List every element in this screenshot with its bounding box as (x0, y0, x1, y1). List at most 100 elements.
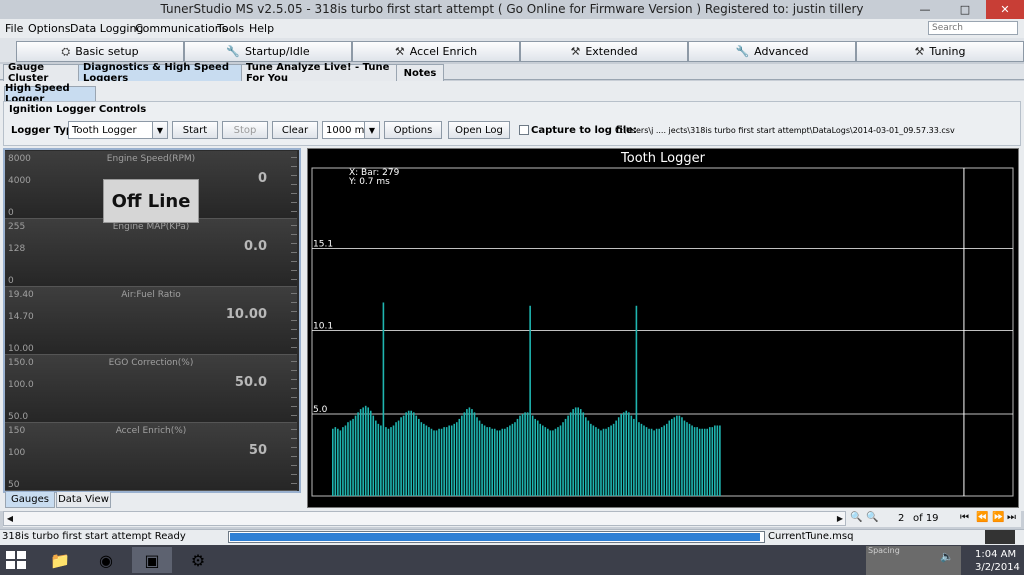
tooth-bar (369, 410, 372, 496)
next-page-icon[interactable]: ⏩ (992, 512, 1004, 523)
gauge-tick (291, 193, 297, 194)
tab-gauges[interactable]: Gauges (5, 492, 55, 508)
gauge-tick (291, 320, 297, 321)
last-page-icon[interactable]: ⏭ (1007, 512, 1016, 523)
car-lift-icon: ⛭ (61, 44, 71, 58)
clock-date: 3/2/2014 (975, 562, 1020, 573)
tooth-bar (686, 422, 688, 496)
zoom-out-icon[interactable]: 🔍 (850, 512, 862, 523)
tooth-bar (511, 423, 514, 496)
minimize-button[interactable]: — (906, 0, 944, 19)
tooth-bar (638, 422, 640, 496)
menu-communications[interactable]: Communications (135, 22, 227, 35)
speaker-icon[interactable]: 🔈 (940, 550, 954, 563)
tab-notes[interactable]: Notes (396, 64, 444, 81)
tab-high-speed-logger[interactable]: High Speed Logger (4, 83, 96, 105)
start-button[interactable]: Start (172, 121, 218, 139)
gauge-tick (291, 465, 297, 466)
gauge-tick (291, 370, 297, 371)
chrome-icon[interactable]: ◉ (86, 547, 126, 573)
tooth-bar (696, 427, 698, 496)
logger-type-value: Tooth Logger (72, 124, 137, 136)
tooth-bar (501, 428, 504, 496)
extended-button[interactable]: ⚒ Extended (520, 41, 688, 62)
tooth-bar (448, 425, 450, 496)
tooth-bar (567, 415, 569, 496)
menu-help[interactable]: Help (249, 22, 274, 35)
options-button[interactable]: Options (384, 121, 442, 139)
stop-button[interactable]: Stop (222, 121, 268, 139)
gauge-tick (291, 379, 297, 380)
tunerstudio-icon[interactable]: ▣ (132, 547, 172, 573)
tooth-bar (582, 412, 585, 496)
gauge-value: 0 (257, 171, 267, 186)
tuning-button[interactable]: ⚒ Tuning (856, 41, 1024, 62)
tooth-bar (708, 427, 711, 496)
gauge-min: 0 (8, 208, 14, 218)
logger-type-select[interactable]: Tooth Logger ▼ (68, 121, 168, 139)
advanced-button[interactable]: 🔧 Advanced (688, 41, 856, 62)
file-explorer-icon[interactable]: 📁 (40, 547, 80, 573)
prev-page-icon[interactable]: ⏪ (976, 512, 988, 523)
tooth-logger-plot[interactable]: 15.1 10.1 5.0 (307, 148, 1019, 508)
zoom-in-icon[interactable]: 🔍 (866, 512, 878, 523)
tooth-bar (628, 412, 630, 496)
tooth-bar (382, 302, 385, 496)
first-page-icon[interactable]: ⏮ (960, 512, 969, 523)
tooth-bar (577, 407, 580, 496)
tooth-bar (463, 412, 466, 496)
menu-data-logging[interactable]: Data Logging (70, 22, 143, 35)
gauge-tick (291, 270, 297, 271)
tooth-bar (559, 425, 562, 496)
clear-button[interactable]: Clear (272, 121, 318, 139)
tab-diagnostics[interactable]: Diagnostics & High Speed Loggers (78, 62, 250, 84)
gauge-tick (291, 211, 297, 212)
tooth-bar (562, 422, 564, 496)
tooth-bar (658, 428, 660, 496)
tooth-bar (332, 428, 334, 496)
tooth-bar (564, 418, 567, 496)
close-button[interactable]: ✕ (986, 0, 1024, 19)
search-input[interactable] (928, 21, 1018, 35)
windows-start-icon[interactable] (6, 551, 26, 569)
menu-tools[interactable]: Tools (217, 22, 244, 35)
tooth-bar (552, 430, 554, 496)
tooth-bar (420, 422, 423, 496)
scroll-left-icon[interactable]: ◀ (4, 512, 16, 525)
startup-idle-button[interactable]: 🔧 Startup/Idle (184, 41, 352, 62)
capture-checkbox[interactable] (519, 125, 529, 135)
gauge-tick (291, 429, 297, 430)
startup-idle-label: Startup/Idle (245, 45, 310, 58)
tab-data-view[interactable]: Data View (56, 492, 111, 508)
tooth-bar (506, 427, 509, 496)
tab-tune-analyze[interactable]: Tune Analyze Live! - Tune For You (241, 62, 405, 84)
tooth-bar (496, 430, 499, 496)
gauge-tick (291, 338, 297, 339)
maximize-button[interactable]: □ (946, 0, 984, 19)
tooth-bar (524, 412, 526, 496)
gauge-tick (291, 397, 297, 398)
tooth-bar (385, 427, 387, 496)
tooth-bar (544, 427, 547, 496)
tab-gauge-cluster[interactable]: Gauge Cluster (3, 62, 87, 84)
tooth-bar (455, 422, 458, 496)
clock-time: 1:04 AM (975, 549, 1017, 560)
app-icon[interactable]: ⚙ (178, 547, 218, 573)
tooth-bar (347, 422, 349, 496)
tooth-bar (402, 415, 405, 496)
horizontal-scrollbar[interactable] (3, 511, 846, 526)
gauge-tick (291, 279, 297, 280)
basic-setup-button[interactable]: ⛭ Basic setup (16, 41, 184, 62)
tooth-bar (392, 425, 395, 496)
gauge-tick (291, 157, 297, 158)
tooth-bar (425, 425, 428, 496)
tooth-bar (683, 420, 686, 496)
interval-select[interactable]: 1000 ms ▼ (322, 121, 380, 139)
log-file-path: C:\Users\j .... jects\318is turbo first … (615, 126, 955, 135)
tooth-bar (380, 425, 382, 496)
menu-file[interactable]: File (5, 22, 23, 35)
accel-enrich-button[interactable]: ⚒ Accel Enrich (352, 41, 520, 62)
menu-options[interactable]: Options (28, 22, 70, 35)
scroll-right-icon[interactable]: ▶ (834, 512, 846, 525)
open-log-button[interactable]: Open Log (448, 121, 510, 139)
